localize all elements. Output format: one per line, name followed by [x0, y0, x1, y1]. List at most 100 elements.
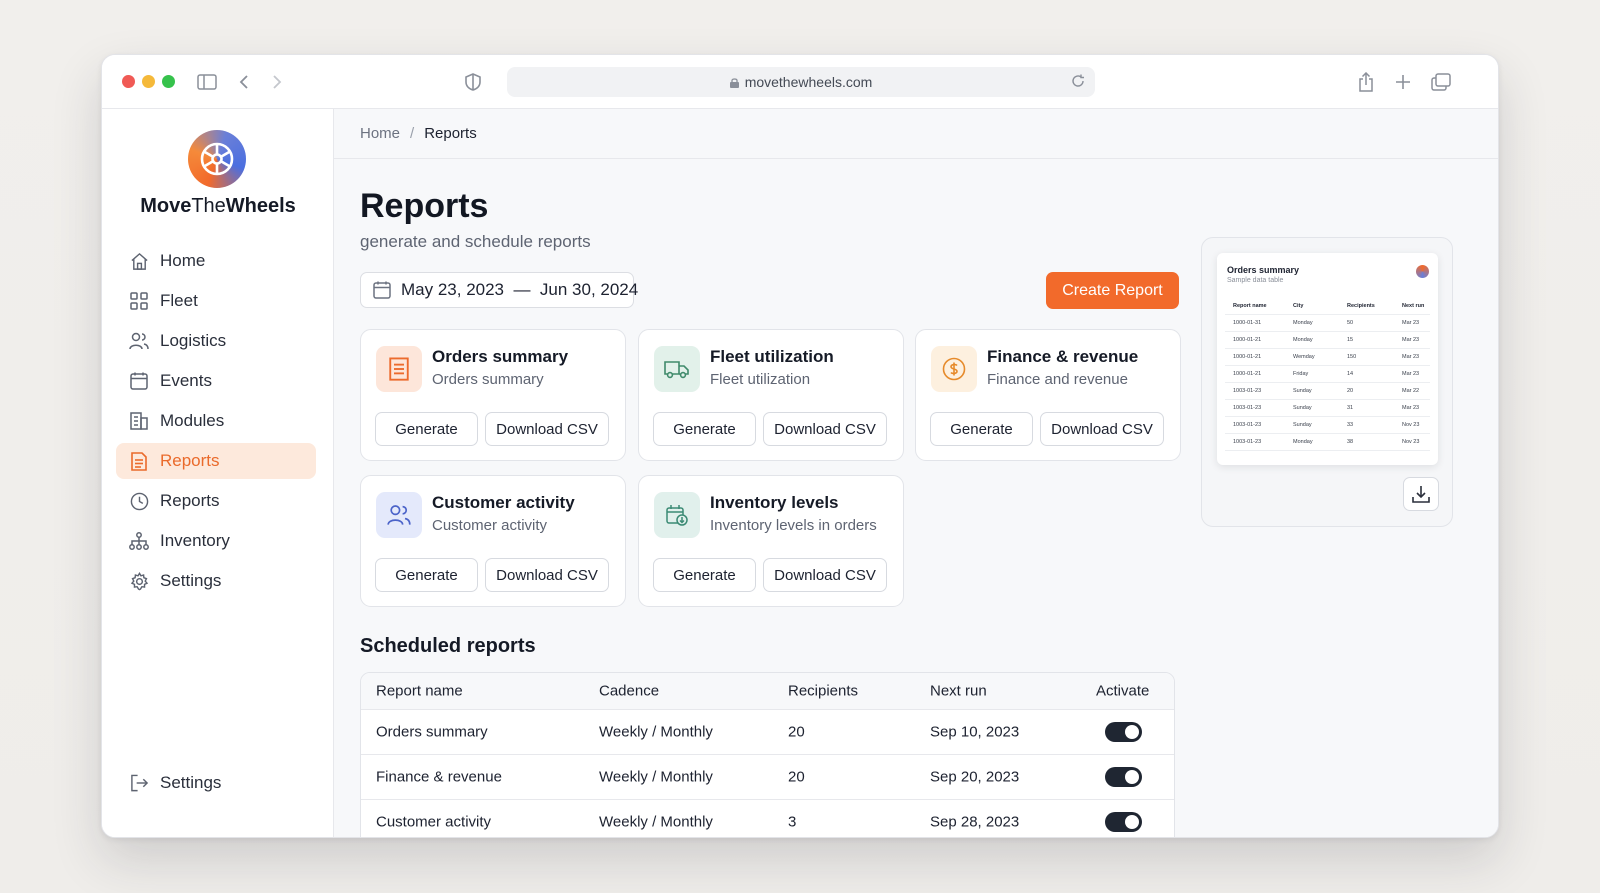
- preview-row: 1000-01-21 Wemday 150 Mar 23: [1225, 349, 1430, 366]
- sidebar-item-events[interactable]: Events: [116, 363, 316, 399]
- cell-cadence: Weekly / Monthly: [599, 813, 713, 831]
- sidebar-item-fleet[interactable]: Fleet: [116, 283, 316, 319]
- inventory-download-icon: [654, 492, 700, 538]
- breadcrumb-current: Reports: [424, 125, 477, 142]
- preview-cell: Mar 23: [1402, 320, 1420, 326]
- sidebar-item-reports[interactable]: Reports: [116, 443, 316, 479]
- preview-cell: 1003-01-23: [1233, 388, 1262, 394]
- cell-recipients: 20: [788, 768, 805, 786]
- create-report-button[interactable]: Create Report: [1046, 272, 1179, 309]
- users-icon: [376, 492, 422, 538]
- download-preview-button[interactable]: [1403, 477, 1439, 511]
- preview-row: 1003-01-23 Sunday 20 Mar 22: [1225, 383, 1430, 400]
- generate-button[interactable]: Generate: [653, 412, 756, 446]
- download-csv-button[interactable]: Download CSV: [1040, 412, 1164, 446]
- card-subtitle: Finance and revenue: [987, 371, 1128, 388]
- sidebar-item-home[interactable]: Home: [116, 243, 316, 279]
- sidebar-item-logistics[interactable]: Logistics: [116, 323, 316, 359]
- download-csv-button[interactable]: Download CSV: [485, 558, 609, 592]
- download-csv-button[interactable]: Download CSV: [485, 412, 609, 446]
- column-header[interactable]: Cadence: [599, 683, 659, 700]
- generate-button[interactable]: Generate: [930, 412, 1033, 446]
- preview-row: 1000-01-31 Monday 50 Mar 23: [1225, 315, 1430, 332]
- table-row[interactable]: Finance & revenue Weekly / Monthly 20 Se…: [361, 755, 1174, 800]
- sidebar-item-label: Fleet: [160, 291, 198, 310]
- download-icon: [1412, 485, 1430, 503]
- column-header[interactable]: Report name: [376, 683, 463, 700]
- download-csv-button[interactable]: Download CSV: [763, 558, 887, 592]
- sidebar-item-settings[interactable]: Settings: [116, 563, 316, 599]
- preview-cell: Mar 23: [1402, 354, 1420, 360]
- sidebar-item-modules[interactable]: Modules: [116, 403, 316, 439]
- address-bar[interactable]: movethewheels.com: [507, 67, 1095, 97]
- logout-icon: [128, 772, 150, 794]
- generate-button[interactable]: Generate: [375, 558, 478, 592]
- sidebar-footer-settings[interactable]: Settings: [116, 765, 316, 801]
- preview-cell: Mar 23: [1402, 371, 1420, 377]
- new-tab-icon[interactable]: [1392, 71, 1414, 93]
- generate-button[interactable]: Generate: [375, 412, 478, 446]
- card-title: Customer activity: [432, 493, 575, 512]
- date-range-picker[interactable]: May 23, 2023 — Jun 30, 2024: [360, 272, 638, 308]
- preview-cell: Mar 22: [1402, 388, 1420, 394]
- sidebar-item-label: Logistics: [160, 331, 227, 350]
- sidebar-item-label: Reports: [160, 491, 220, 510]
- sidebar-item-scheduled-reports[interactable]: Reports: [116, 483, 316, 519]
- sidebar-toggle-icon[interactable]: [196, 71, 218, 93]
- cell-cadence: Weekly / Monthly: [599, 723, 713, 741]
- tabs-overview-icon[interactable]: [1430, 71, 1452, 93]
- preview-cell: Sunday: [1293, 422, 1312, 428]
- preview-cell: 15: [1347, 337, 1354, 343]
- preview-cell: 1000-01-21: [1233, 354, 1262, 360]
- preview-header: Next run: [1402, 303, 1425, 309]
- generate-button[interactable]: Generate: [653, 558, 756, 592]
- brand-logo[interactable]: [188, 130, 246, 188]
- preview-cell: 1003-01-23: [1233, 439, 1262, 445]
- activate-toggle[interactable]: [1105, 812, 1142, 832]
- preview-cell: 20: [1347, 388, 1354, 394]
- hierarchy-icon: [128, 530, 150, 552]
- cell-next-run: Sep 20, 2023: [930, 768, 1020, 786]
- close-window-button[interactable]: [122, 75, 135, 88]
- document-icon: [376, 346, 422, 392]
- preview-card[interactable]: Orders summary Sample data table Report …: [1217, 253, 1438, 465]
- column-header[interactable]: Next run: [930, 683, 987, 700]
- building-icon: [128, 410, 150, 432]
- main-content: Home / Reports Reports generate and sche…: [334, 109, 1498, 837]
- preview-cell: 1000-01-21: [1233, 371, 1262, 377]
- download-csv-button[interactable]: Download CSV: [763, 412, 887, 446]
- minimize-window-button[interactable]: [142, 75, 155, 88]
- browser-window: movethewheels.com MoveTheWheels Home Fle…: [101, 54, 1499, 838]
- brand-name-part: The: [191, 195, 226, 217]
- table-row[interactable]: Customer activity Weekly / Monthly 3 Sep…: [361, 800, 1174, 837]
- back-icon[interactable]: [233, 71, 255, 93]
- scheduled-reports-title: Scheduled reports: [360, 635, 536, 657]
- preview-cell: 1000-01-21: [1233, 337, 1262, 343]
- preview-cell: Monday: [1293, 320, 1313, 326]
- preview-cell: 33: [1347, 422, 1354, 428]
- calendar-icon: [128, 370, 150, 392]
- maximize-window-button[interactable]: [162, 75, 175, 88]
- card-subtitle: Orders summary: [432, 371, 544, 388]
- forward-icon[interactable]: [266, 71, 288, 93]
- card-subtitle: Inventory levels in orders: [710, 517, 877, 534]
- cell-next-run: Sep 28, 2023: [930, 813, 1020, 831]
- preview-row: 1003-01-23 Monday 38 Nov 23: [1225, 434, 1430, 451]
- breadcrumb-separator: /: [410, 125, 415, 142]
- sidebar-item-inventory[interactable]: Inventory: [116, 523, 316, 559]
- preview-header: Report name: [1233, 303, 1267, 309]
- reload-icon[interactable]: [1071, 74, 1085, 88]
- breadcrumb-home[interactable]: Home: [360, 125, 400, 142]
- shield-icon[interactable]: [462, 71, 484, 93]
- sidebar-item-label: Events: [160, 371, 212, 390]
- preview-row: 1000-01-21 Monday 15 Mar 23: [1225, 332, 1430, 349]
- cell-report-name: Customer activity: [376, 813, 492, 831]
- table-row[interactable]: Orders summary Weekly / Monthly 20 Sep 1…: [361, 710, 1174, 755]
- share-icon[interactable]: [1355, 71, 1377, 93]
- cell-report-name: Orders summary: [376, 723, 488, 741]
- activate-toggle[interactable]: [1105, 767, 1142, 787]
- column-header[interactable]: Activate: [1096, 683, 1149, 700]
- column-header[interactable]: Recipients: [788, 683, 858, 700]
- card-subtitle: Fleet utilization: [710, 371, 811, 388]
- activate-toggle[interactable]: [1105, 722, 1142, 742]
